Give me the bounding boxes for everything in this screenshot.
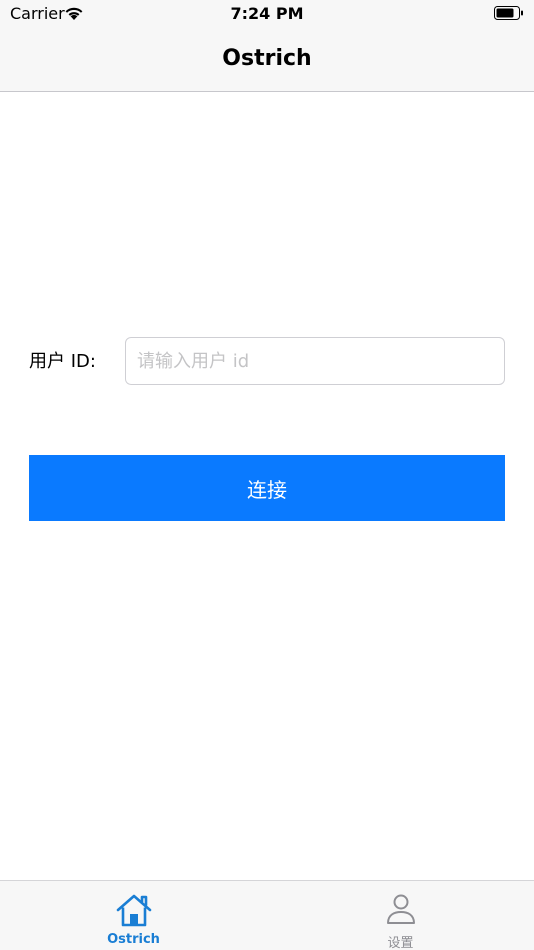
home-icon <box>116 894 151 927</box>
status-bar: Carrier 7:24 PM <box>0 0 534 28</box>
user-id-input[interactable] <box>125 337 505 385</box>
tab-label: 设置 <box>387 936 414 950</box>
navigation-bar: Ostrich <box>0 28 534 92</box>
battery-icon <box>494 6 523 20</box>
connect-button[interactable]: 连接 <box>29 455 505 521</box>
tab-label: Ostrich <box>107 932 160 947</box>
app-screen: Carrier 7:24 PM Ostrich 用户 ID: 连接 Ost <box>0 0 534 950</box>
page-title: Ostrich <box>222 46 312 71</box>
tab-bar: Ostrich 设置 <box>0 880 534 950</box>
tab-ostrich[interactable]: Ostrich <box>0 881 267 950</box>
user-id-label: 用户 ID: <box>29 351 96 372</box>
tab-settings[interactable]: 设置 <box>267 881 534 950</box>
person-icon <box>386 894 415 924</box>
clock: 7:24 PM <box>230 4 304 23</box>
